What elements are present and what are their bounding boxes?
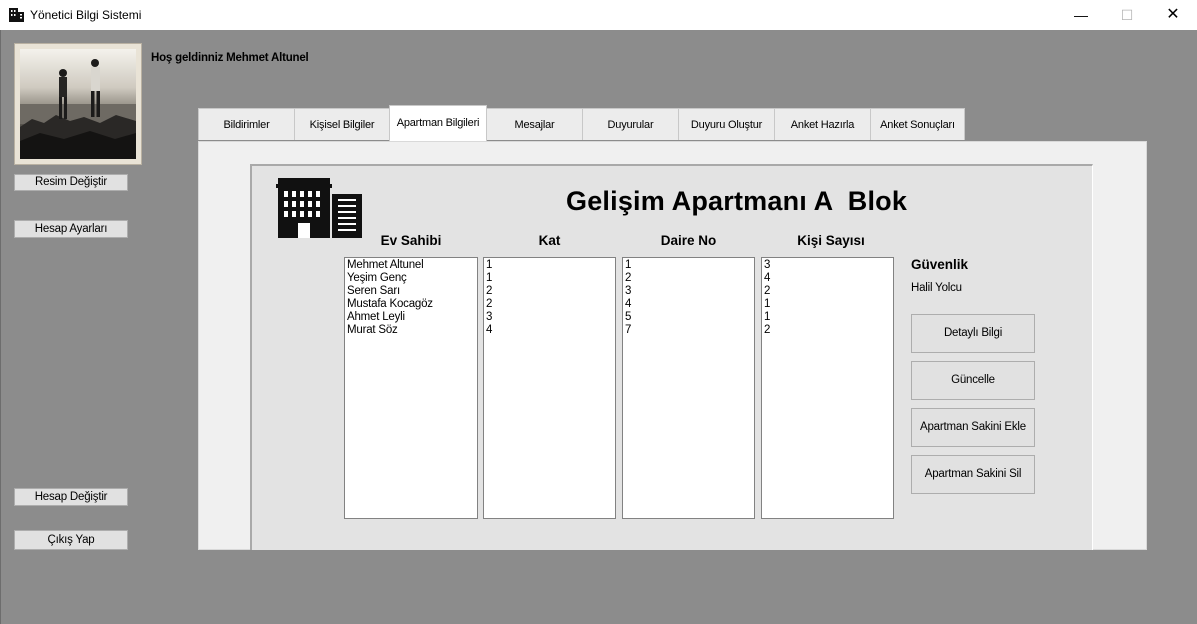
logout-button[interactable]: Çıkış Yap	[14, 530, 128, 550]
list-item[interactable]: 2	[764, 324, 891, 337]
floor-listbox[interactable]: 1 1 2 2 3 4	[483, 257, 616, 519]
floor-column-header: Kat	[538, 233, 561, 248]
list-item[interactable]: 1	[486, 272, 613, 285]
list-item[interactable]: 4	[625, 298, 752, 311]
list-item[interactable]: 7	[625, 324, 752, 337]
tab-create-survey[interactable]: Anket Hazırla	[774, 108, 871, 140]
building-icon	[9, 8, 24, 22]
remove-resident-button[interactable]: Apartman Sakini Sil	[911, 455, 1035, 494]
switch-account-button[interactable]: Hesap Değiştir	[14, 488, 128, 506]
list-item[interactable]: Ahmet Leyli	[347, 311, 475, 324]
security-name: Halil Yolcu	[911, 282, 962, 294]
close-button[interactable]: ✕	[1150, 0, 1196, 30]
apartment-no-column-header: Daire No	[660, 233, 717, 248]
change-photo-button[interactable]: Resim Değiştir	[14, 174, 128, 191]
apartment-no-listbox[interactable]: 1 2 3 4 5 7	[622, 257, 755, 519]
owner-column-header: Ev Sahibi	[380, 233, 442, 248]
owner-listbox[interactable]: Mehmet Altunel Yeşim Genç Seren Sarı Mus…	[344, 257, 478, 519]
list-item[interactable]: 3	[625, 285, 752, 298]
details-button[interactable]: Detaylı Bilgi	[911, 314, 1035, 353]
tab-notifications[interactable]: Bildirimler	[198, 108, 295, 140]
minimize-button[interactable]: —	[1058, 0, 1104, 30]
list-item[interactable]: Mehmet Altunel	[347, 259, 475, 272]
list-item[interactable]: 1	[625, 259, 752, 272]
account-settings-button[interactable]: Hesap Ayarları	[14, 220, 128, 238]
list-item[interactable]: 1	[486, 259, 613, 272]
update-button[interactable]: Güncelle	[911, 361, 1035, 400]
tab-announcements[interactable]: Duyurular	[582, 108, 679, 140]
list-item[interactable]: Mustafa Kocagöz	[347, 298, 475, 311]
list-item[interactable]: 5	[625, 311, 752, 324]
apartment-title: Gelişim Apartmanı A Blok	[566, 186, 908, 216]
list-item[interactable]: 3	[486, 311, 613, 324]
list-item[interactable]: Seren Sarı	[347, 285, 475, 298]
tab-survey-results[interactable]: Anket Sonuçları	[870, 108, 965, 140]
list-item[interactable]: 1	[764, 298, 891, 311]
list-item[interactable]: 2	[764, 285, 891, 298]
list-item[interactable]: Yeşim Genç	[347, 272, 475, 285]
apartment-building-icon	[276, 178, 362, 238]
list-item[interactable]: Murat Söz	[347, 324, 475, 337]
tab-messages[interactable]: Mesajlar	[486, 108, 583, 140]
add-resident-button[interactable]: Apartman Sakini Ekle	[911, 408, 1035, 447]
tab-create-announcement[interactable]: Duyuru Oluştur	[678, 108, 775, 140]
people-column-header: Kişi Sayısı	[797, 233, 865, 248]
list-item[interactable]: 4	[764, 272, 891, 285]
security-label: Güvenlik	[911, 257, 969, 272]
window-title: Yönetici Bilgi Sistemi	[30, 8, 142, 22]
title-bar: Yönetici Bilgi Sistemi — ☐ ✕	[0, 0, 1197, 30]
list-item[interactable]: 2	[625, 272, 752, 285]
list-item[interactable]: 3	[764, 259, 891, 272]
profile-photo-image	[20, 49, 136, 159]
tab-apartment-info[interactable]: Apartman Bilgileri	[389, 105, 487, 141]
maximize-button[interactable]: ☐	[1104, 0, 1150, 30]
profile-photo	[14, 43, 142, 165]
tab-personal-info[interactable]: Kişisel Bilgiler	[294, 108, 390, 140]
list-item[interactable]: 4	[486, 324, 613, 337]
list-item[interactable]: 1	[764, 311, 891, 324]
people-count-listbox[interactable]: 3 4 2 1 1 2	[761, 257, 894, 519]
list-item[interactable]: 2	[486, 298, 613, 311]
list-item[interactable]: 2	[486, 285, 613, 298]
welcome-text: Hoş geldinniz Mehmet Altunel	[151, 52, 309, 64]
